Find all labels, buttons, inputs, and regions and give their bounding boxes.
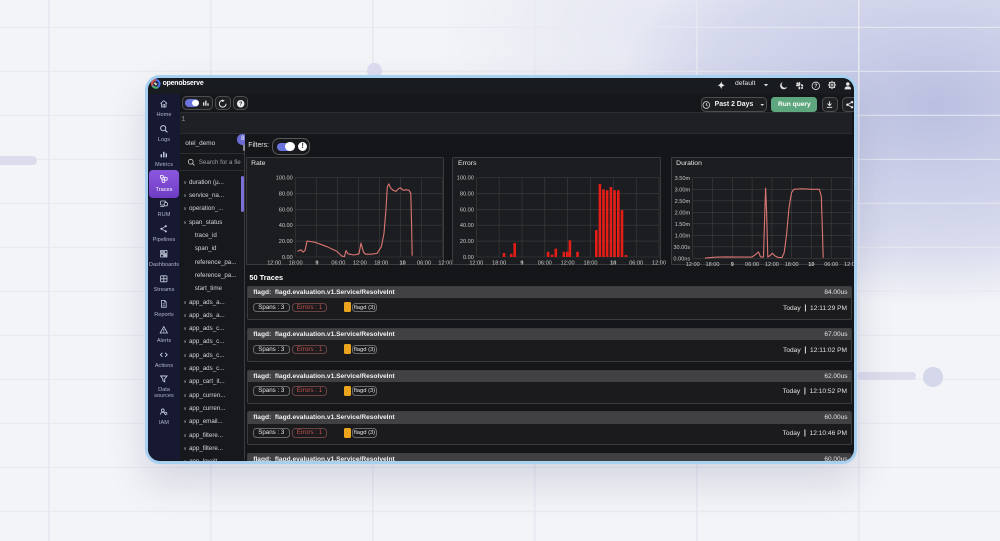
svg-text:06:00: 06:00 xyxy=(630,260,644,266)
svg-text:2.00m: 2.00m xyxy=(674,210,690,216)
svg-text:2.50m: 2.50m xyxy=(674,199,690,205)
svg-text:30.00s: 30.00s xyxy=(673,245,690,251)
svg-text:10: 10 xyxy=(808,262,814,268)
svg-text:12:00: 12:00 xyxy=(765,262,779,268)
svg-text:10: 10 xyxy=(611,260,617,266)
svg-text:18:00: 18:00 xyxy=(374,260,388,266)
svg-text:06:00: 06:00 xyxy=(417,260,431,266)
svg-text:06:00: 06:00 xyxy=(745,262,759,268)
svg-text:3.50m: 3.50m xyxy=(674,176,690,182)
svg-text:?: ? xyxy=(814,83,817,89)
svg-text:12:00: 12:00 xyxy=(652,260,666,266)
svg-text:1.00m: 1.00m xyxy=(674,233,690,239)
svg-text:12:00: 12:00 xyxy=(438,260,452,266)
svg-text:18:00: 18:00 xyxy=(705,262,719,268)
svg-text:60.00: 60.00 xyxy=(278,207,292,213)
svg-text:20.00: 20.00 xyxy=(460,239,474,245)
svg-text:12:00: 12:00 xyxy=(685,262,699,268)
svg-text:9: 9 xyxy=(521,260,524,266)
svg-text:40.00: 40.00 xyxy=(278,223,292,229)
svg-text:40.00: 40.00 xyxy=(460,223,474,229)
svg-text:3.00m: 3.00m xyxy=(674,187,690,193)
svg-text:20.00: 20.00 xyxy=(278,239,292,245)
svg-text:18:00: 18:00 xyxy=(288,260,302,266)
svg-text:18:00: 18:00 xyxy=(784,262,798,268)
svg-text:80.00: 80.00 xyxy=(278,191,292,197)
svg-text:12:00: 12:00 xyxy=(561,260,575,266)
svg-text:100.00: 100.00 xyxy=(457,175,474,181)
svg-text:80.00: 80.00 xyxy=(460,191,474,197)
svg-text:9: 9 xyxy=(315,260,318,266)
svg-text:9: 9 xyxy=(730,262,733,268)
svg-text:06:00: 06:00 xyxy=(824,262,838,268)
svg-text:18:00: 18:00 xyxy=(584,260,598,266)
svg-text:12:00: 12:00 xyxy=(267,260,281,266)
svg-text:60.00: 60.00 xyxy=(460,207,474,213)
svg-text:?: ? xyxy=(239,101,242,107)
svg-text:06:00: 06:00 xyxy=(538,260,552,266)
svg-text:18:00: 18:00 xyxy=(493,260,507,266)
svg-text:12:00: 12:00 xyxy=(352,260,366,266)
svg-text:1.50m: 1.50m xyxy=(674,222,690,228)
svg-text:10: 10 xyxy=(399,260,405,266)
svg-text:12:00: 12:00 xyxy=(470,260,484,266)
svg-text:100.00: 100.00 xyxy=(275,175,292,181)
svg-text:12:00: 12:00 xyxy=(844,262,857,268)
svg-text:06:00: 06:00 xyxy=(331,260,345,266)
